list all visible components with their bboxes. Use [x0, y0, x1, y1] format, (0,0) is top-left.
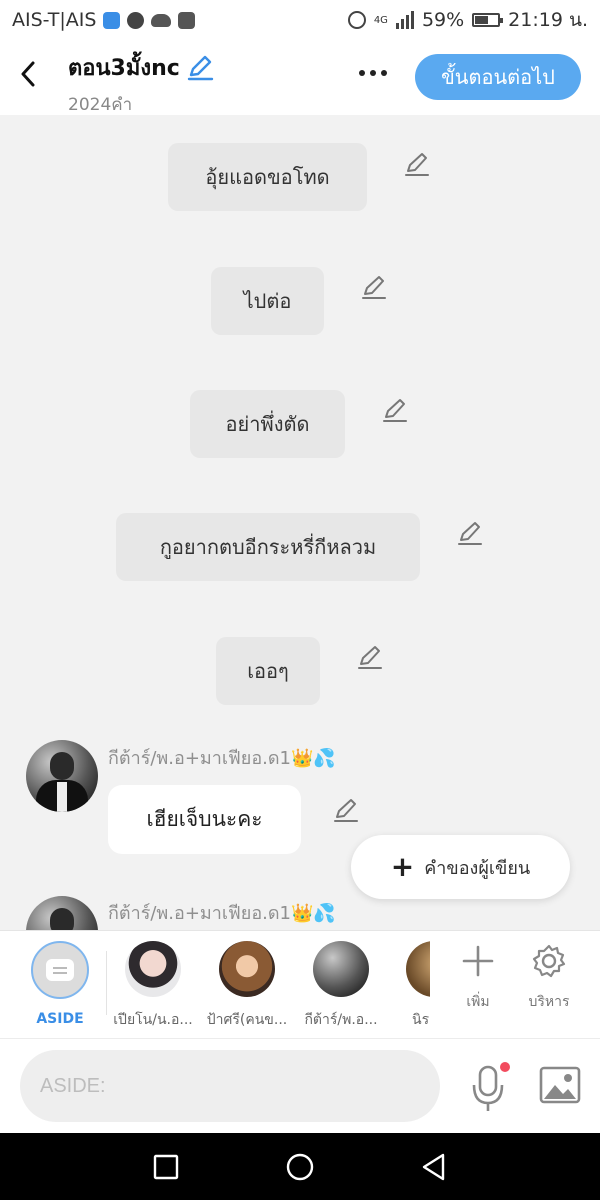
character-label: เปียโน/น.อ... — [113, 1012, 193, 1028]
narration-bubble[interactable]: อุ้ยแอดขอโทด — [168, 143, 367, 211]
aside-label: ASIDE — [36, 1011, 84, 1027]
image-icon — [539, 1066, 581, 1104]
narration-bubble[interactable]: เออๆ — [216, 637, 320, 705]
plus-icon — [462, 945, 494, 977]
back-triangle-icon[interactable] — [418, 1151, 450, 1183]
messenger-icon — [127, 11, 145, 29]
avatar — [406, 941, 430, 997]
narration-bubble[interactable]: อย่าพึ่งตัด — [190, 390, 345, 458]
chevron-left-icon — [21, 61, 35, 87]
pencil-icon[interactable] — [381, 397, 409, 425]
character-name: กีต้าร์/พ.อ+มาเฟียอ.ด1👑💦 — [108, 903, 336, 924]
pencil-icon[interactable] — [332, 797, 360, 825]
next-step-button[interactable]: ขั้นตอนต่อไป — [415, 54, 581, 100]
add-character-button[interactable]: เพิ่ม — [448, 943, 508, 1013]
voice-input-button[interactable] — [468, 1061, 512, 1113]
aside-avatar — [31, 941, 89, 999]
avatar[interactable] — [26, 896, 98, 930]
avatar — [125, 941, 181, 997]
plus-icon: + — [390, 850, 415, 883]
pencil-icon[interactable] — [456, 520, 484, 548]
header: ตอน3มั้งnc 2024คำ ขั้นตอนต่อไป — [0, 40, 600, 115]
character-label: กีต้าร์/พ.อ... — [304, 1012, 378, 1028]
shield-icon — [103, 11, 121, 29]
message-bubble[interactable]: เฮียเจ็บนะคะ — [108, 785, 301, 854]
manage-label: บริหาร — [528, 994, 570, 1010]
pencil-icon[interactable] — [403, 151, 431, 179]
edit-title-icon[interactable] — [186, 54, 214, 82]
author-note-button[interactable]: + คำของผู้เขียน — [351, 835, 570, 899]
facebook-icon — [178, 11, 196, 29]
pencil-icon[interactable] — [356, 644, 384, 672]
network-label: 4G — [373, 14, 388, 26]
carrier-label: AIS-T|AIS — [12, 9, 97, 31]
narration-bubble[interactable]: ไปต่อ — [211, 267, 324, 335]
alarm-icon — [347, 11, 366, 29]
word-count: 2024คำ — [68, 95, 133, 115]
character-label: นิร — [412, 1012, 430, 1028]
battery-fill — [475, 16, 489, 24]
system-nav-bar — [0, 1133, 600, 1200]
recent-apps-icon[interactable] — [150, 1151, 182, 1183]
avatar[interactable] — [26, 740, 98, 812]
more-dot-icon — [370, 70, 376, 76]
gear-icon — [532, 944, 566, 978]
character-item[interactable]: กีต้าร์/พ.อ... — [296, 941, 386, 1031]
notification-dot — [500, 1062, 510, 1072]
pencil-icon[interactable] — [360, 274, 388, 302]
chat-bubble-icon — [46, 959, 74, 981]
avatar — [219, 941, 275, 997]
avatar — [313, 941, 369, 997]
more-dot-icon — [381, 70, 387, 76]
character-item[interactable]: เปียโน/น.อ... — [108, 941, 198, 1031]
add-label: เพิ่ม — [466, 994, 490, 1010]
character-bar: ASIDE เปียโน/น.อ... ป้าศรี(คนข... กีต้าร… — [0, 930, 600, 1038]
insert-image-button[interactable] — [538, 1063, 582, 1107]
author-note-label: คำของผู้เขียน — [424, 857, 531, 879]
battery-percent: 59% — [421, 9, 465, 31]
battery-icon — [472, 13, 504, 27]
character-name: กีต้าร์/พ.อ+มาเฟียอ.ด1👑💦 — [108, 748, 336, 769]
status-bar: AIS-T|AIS 4G 59% 21:19 น. — [0, 0, 600, 40]
clock: 21:19 น. — [508, 9, 588, 31]
narration-bubble[interactable]: กูอยากตบอีกระหรี่กีหลวม — [116, 513, 420, 581]
character-label: ป้าศรี(คนข... — [206, 1012, 288, 1028]
back-button[interactable] — [12, 54, 44, 94]
more-dot-icon — [359, 70, 365, 76]
character-item[interactable]: นิร — [390, 941, 430, 1031]
cloud-icon — [151, 13, 172, 27]
character-aside[interactable]: ASIDE — [15, 941, 105, 1027]
page-title: ตอน3มั้งnc — [68, 56, 180, 81]
microphone-icon — [472, 1062, 510, 1111]
character-item[interactable]: ป้าศรี(คนข... — [202, 941, 292, 1031]
manage-characters-button[interactable]: บริหาร — [519, 943, 579, 1013]
signal-icon — [395, 11, 414, 29]
message-input[interactable] — [20, 1050, 440, 1122]
divider — [106, 951, 107, 1015]
more-options-button[interactable] — [352, 60, 394, 86]
input-bar — [0, 1038, 600, 1133]
home-icon[interactable] — [284, 1151, 316, 1183]
chat-area[interactable]: อุ้ยแอดขอโทด ไปต่อ อย่าพึ่งตัด กูอยากตบอ… — [0, 115, 600, 930]
